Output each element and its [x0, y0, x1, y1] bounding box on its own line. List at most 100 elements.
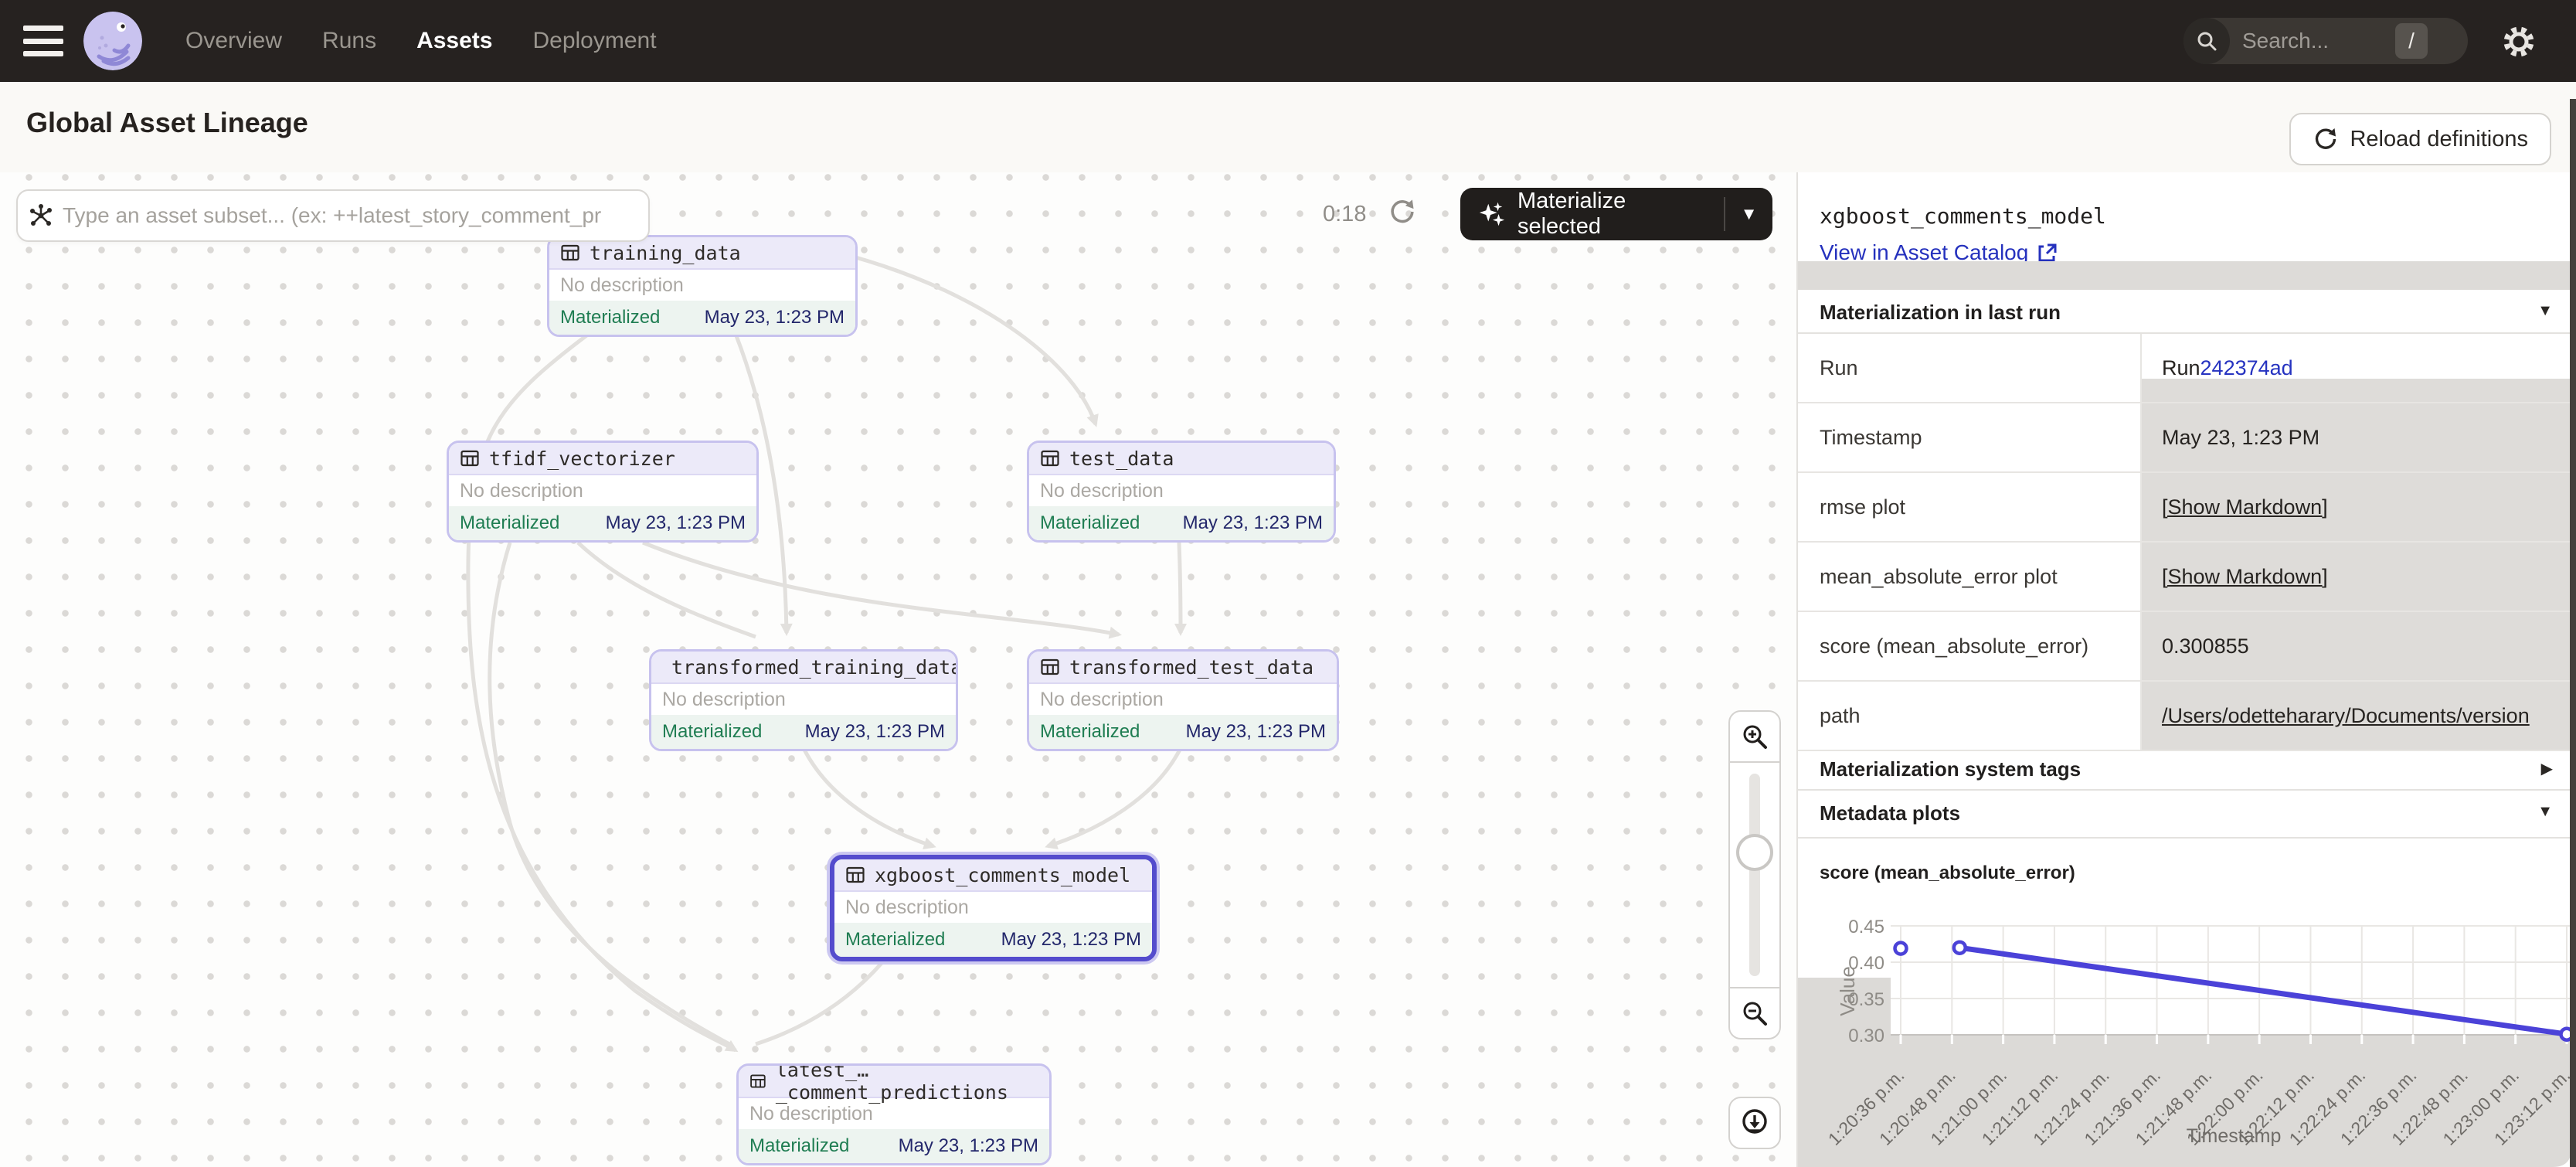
y-tick-label: 0.30	[1848, 1026, 1884, 1046]
materialized-timestamp: May 23, 1:23 PM	[705, 307, 845, 328]
dagster-logo[interactable]	[83, 12, 142, 70]
selected-asset-name: xgboost_comments_model	[1820, 203, 2106, 229]
refresh-icon	[2313, 126, 2339, 152]
show-markdown-link[interactable]: [Show Markdown]	[2162, 495, 2328, 519]
chart-point	[1895, 943, 1907, 954]
asset-node-xgboost_comments_model[interactable]: xgboost_comments_modelNo descriptionMate…	[830, 855, 1157, 961]
nav-item-overview[interactable]: Overview	[185, 28, 282, 54]
run-id-link[interactable]: 242374ad	[2200, 356, 2293, 380]
materialized-timestamp: May 23, 1:23 PM	[1001, 929, 1141, 951]
materialized-status: Materialized	[845, 929, 945, 951]
main-nav: Overview Runs Assets Deployment	[185, 28, 657, 54]
asset-node-header: transformed_test_data	[1029, 652, 1337, 684]
metadata-row-Run: RunRun 242374ad	[1798, 334, 2576, 403]
asset-node-transformed_test_data[interactable]: transformed_test_dataNo descriptionMater…	[1027, 649, 1339, 751]
materialized-status: Materialized	[749, 1135, 849, 1157]
materialized-status: Materialized	[560, 307, 660, 328]
metadata-value: [Show Markdown]	[2142, 543, 2576, 611]
show-markdown-link[interactable]: [Show Markdown]	[2162, 565, 2328, 589]
metadata-value: /Users/odetteharary/Documents/version	[2142, 682, 2576, 750]
nav-item-runs[interactable]: Runs	[322, 28, 376, 54]
asset-node-transformed_training_data[interactable]: transformed_training_dataNo descriptionM…	[649, 649, 958, 751]
reload-definitions-button[interactable]: Reload definitions	[2289, 113, 2551, 165]
horizontal-scrollbar-track[interactable]	[2142, 379, 2576, 402]
search-icon	[2183, 18, 2230, 64]
asset-node-header: transformed_training_data	[651, 652, 956, 684]
asset-node-description: No description	[834, 892, 1152, 923]
asset-node-name: transformed_training_data	[671, 656, 958, 679]
edge-tfidf_vectorizer-to-transformed_test_data	[643, 543, 1119, 635]
external-link-icon	[2036, 242, 2058, 264]
asset-node-tfidf_vectorizer[interactable]: tfidf_vectorizerNo descriptionMaterializ…	[447, 441, 759, 543]
search-input[interactable]	[2241, 28, 2391, 54]
metadata-value: May 23, 1:23 PM	[2142, 403, 2576, 471]
top-nav-bar: Overview Runs Assets Deployment /	[0, 0, 2576, 82]
zoom-slider[interactable]	[1730, 763, 1779, 987]
graph-zoom-control	[1728, 710, 1781, 1039]
refresh-timer: 0:18	[1323, 202, 1366, 227]
metadata-plot: 0.450.400.350.301:20:36 p.m.1:20:48 p.m.…	[1798, 885, 2576, 1167]
metadata-value: 0.300855	[2142, 612, 2576, 680]
download-graph-button[interactable]	[1728, 1097, 1781, 1149]
section-system-tags[interactable]: Materialization system tags ▶	[1798, 747, 2576, 791]
edge-tfidf_vectorizer-to-latest_…_comment_predictions	[490, 543, 729, 1044]
asset-node-header: tfidf_vectorizer	[449, 443, 756, 475]
asset-node-status-bar: MaterializedMay 23, 1:23 PM	[1029, 506, 1334, 540]
materialize-dropdown-caret[interactable]: ▼	[1725, 204, 1772, 224]
metadata-label: Run	[1798, 334, 2142, 402]
metadata-row-rmse-plot: rmse plot[Show Markdown]	[1798, 473, 2576, 543]
zoom-in-button[interactable]	[1730, 712, 1779, 763]
materialized-timestamp: May 23, 1:23 PM	[1186, 721, 1326, 743]
chart-line	[1959, 948, 2567, 1034]
materialized-timestamp: May 23, 1:23 PM	[899, 1135, 1038, 1157]
asset-node-name: latest_…_comment_predictions	[776, 1063, 1049, 1104]
edge-xgboost_comments_model-to-latest_…_comment_predictions	[756, 957, 887, 1044]
settings-gear-icon[interactable]	[2502, 25, 2536, 63]
run-prefix: Run	[2162, 356, 2200, 380]
metadata-value: Run 242374ad	[2142, 334, 2576, 402]
horizontal-scrollbar-track[interactable]	[1798, 261, 2576, 290]
section-materialization-last-run[interactable]: Materialization in last run ▼	[1798, 290, 2576, 334]
asset-details-panel: xgboost_comments_model View in Asset Cat…	[1798, 172, 2576, 1167]
metadata-value: [Show Markdown]	[2142, 473, 2576, 541]
hamburger-menu-icon[interactable]	[23, 26, 63, 56]
x-axis-label: Timestamp	[2187, 1125, 2282, 1147]
materialized-timestamp: May 23, 1:23 PM	[606, 512, 746, 534]
asset-node-test_data[interactable]: test_dataNo descriptionMaterializedMay 2…	[1027, 441, 1336, 543]
asset-subset-input[interactable]	[61, 202, 648, 229]
asset-node-name: transformed_test_data	[1069, 656, 1313, 679]
table-icon	[1040, 448, 1060, 468]
section-metadata-plots[interactable]: Metadata plots ▼	[1798, 791, 2576, 835]
materialized-status: Materialized	[460, 512, 559, 534]
metadata-row-Timestamp: TimestampMay 23, 1:23 PM	[1798, 403, 2576, 473]
asset-node-header: training_data	[549, 237, 855, 270]
nav-item-assets[interactable]: Assets	[416, 28, 492, 54]
materialize-selected-button[interactable]: Materialize selected ▼	[1460, 188, 1772, 240]
asset-node-latest_…_comment_predictions[interactable]: latest_…_comment_predictionsNo descripti…	[736, 1063, 1052, 1165]
refresh-icon[interactable]	[1388, 197, 1417, 230]
asset-subset-filter[interactable]	[16, 189, 650, 242]
zoom-out-button[interactable]	[1730, 987, 1779, 1038]
asset-node-status-bar: Materialized May 23, 1:23 PM	[549, 301, 855, 335]
table-icon	[845, 865, 865, 885]
asset-node-description: No description	[549, 270, 855, 301]
asset-node-status-bar: MaterializedMay 23, 1:23 PM	[1029, 715, 1337, 749]
asset-node-training_data[interactable]: training_dataNo descriptionMaterializedM…	[547, 235, 858, 337]
metadata-label: mean_absolute_error plot	[1798, 543, 2142, 611]
chevron-down-icon: ▼	[2537, 803, 2553, 821]
global-search[interactable]: /	[2183, 18, 2468, 64]
materialized-timestamp: May 23, 1:23 PM	[805, 721, 945, 743]
zoom-slider-handle[interactable]	[1736, 834, 1773, 871]
table-icon	[749, 1071, 766, 1091]
chevron-down-icon: ▼	[2537, 302, 2553, 320]
window-edge-scrollbar[interactable]	[2570, 99, 2576, 1167]
asset-lineage-graph[interactable]: training_data No description Materialized M…	[0, 172, 1796, 1167]
table-icon	[460, 448, 480, 468]
asset-node-name: training_data	[590, 242, 741, 264]
asset-node-status-bar: Materialized May 23, 1:23 PM	[449, 506, 756, 540]
nav-item-deployment[interactable]: Deployment	[532, 28, 656, 54]
materialized-timestamp: May 23, 1:23 PM	[1183, 512, 1323, 534]
asset-node-name: test_data	[1069, 447, 1174, 470]
zoom-slider-track[interactable]	[1749, 774, 1760, 976]
path-link[interactable]: /Users/odetteharary/Documents/version	[2162, 704, 2530, 728]
